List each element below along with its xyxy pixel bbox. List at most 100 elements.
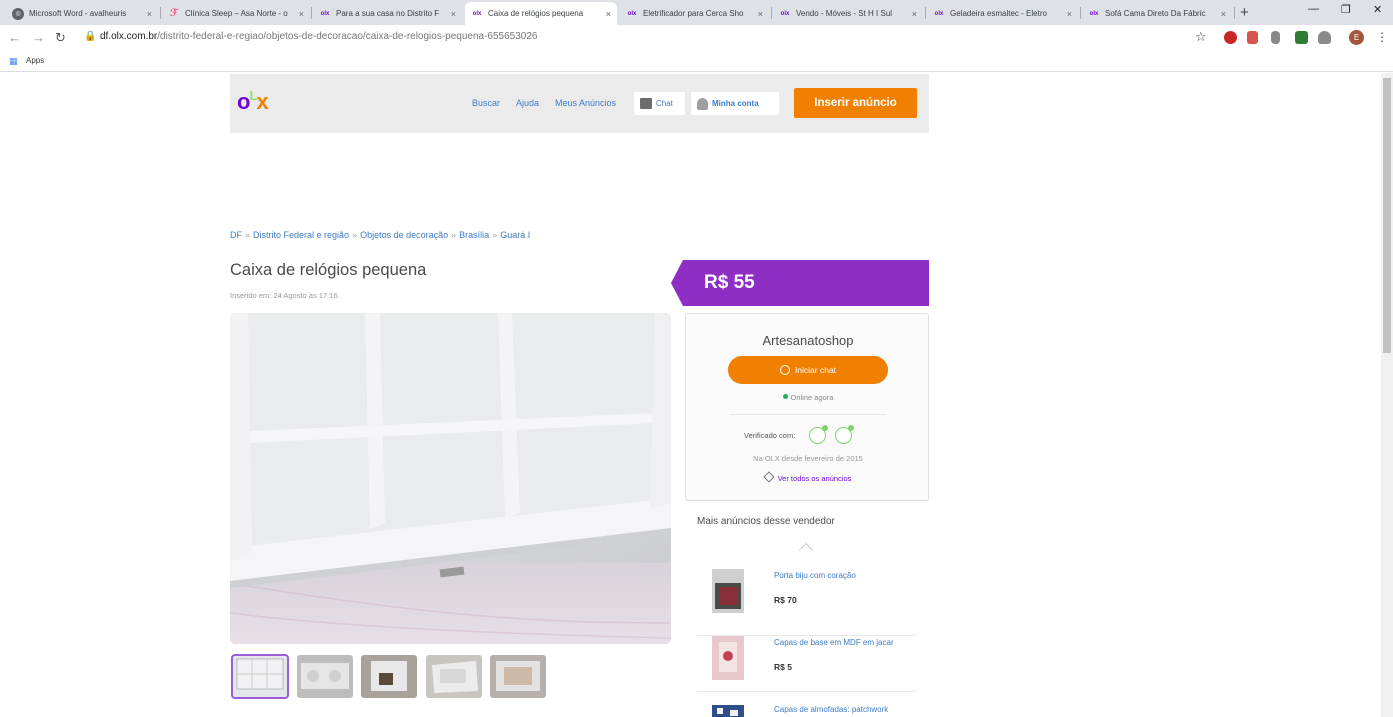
- back-button[interactable]: ←: [8, 30, 21, 45]
- price-tag: R$ 55: [671, 260, 929, 306]
- see-all-ads-link[interactable]: Ver todos os anúncios: [686, 471, 930, 483]
- thumbnail-4[interactable]: [426, 655, 482, 698]
- bookmark-star-icon[interactable]: ☆: [1195, 29, 1207, 45]
- close-icon[interactable]: ×: [1221, 9, 1226, 19]
- chat-icon: [640, 98, 652, 109]
- breadcrumb-item[interactable]: Objetos de decoração: [360, 230, 448, 240]
- close-icon[interactable]: ×: [758, 9, 763, 19]
- layers-icon: [762, 471, 775, 483]
- chat-button[interactable]: Chat: [634, 92, 685, 115]
- ad-date: Inserido em: 24 Agosto às 17:16.: [230, 291, 340, 300]
- minimize-button[interactable]: —: [1308, 3, 1319, 15]
- close-icon[interactable]: ×: [1067, 9, 1072, 19]
- online-status: Online agora: [686, 393, 930, 402]
- thumbnail-3[interactable]: [361, 655, 417, 698]
- breadcrumb-item[interactable]: Distrito Federal e região: [253, 230, 349, 240]
- close-icon[interactable]: ×: [606, 9, 611, 19]
- related-ad-name: Porta biju com coração: [774, 571, 856, 580]
- related-ad-item[interactable]: Capas de base em MDF em jacar R$ 5: [697, 636, 917, 692]
- tab-title: Para a sua casa no Distrito F: [336, 9, 440, 18]
- olx-icon: olx: [320, 10, 330, 17]
- nav-meus-anuncios[interactable]: Meus Anúncios: [555, 98, 616, 108]
- start-chat-label: Iniciar chat: [794, 365, 837, 375]
- foursquare-icon: ℱ: [169, 8, 179, 19]
- scrollbar-thumb[interactable]: [1383, 78, 1391, 353]
- more-ads-title: Mais anúncios desse vendedor: [697, 516, 835, 527]
- close-icon[interactable]: ×: [912, 9, 917, 19]
- account-label: Minha conta: [712, 99, 759, 108]
- extension-badge-icon[interactable]: [1295, 31, 1308, 44]
- insert-ad-button[interactable]: Inserir anúncio: [794, 88, 917, 118]
- toolbar: ← → ↻ 🔒 df.olx.com.br/distrito-federal-e…: [0, 25, 1393, 51]
- related-ad-name: Capas de almofadas: patchwork: [774, 705, 889, 714]
- tab-vendo-moveis[interactable]: olx Vendo - Móveis - St H I Sul ×: [773, 2, 923, 25]
- account-button[interactable]: Minha conta: [691, 92, 779, 115]
- ad-title: Caixa de relógios pequena: [230, 261, 427, 279]
- new-tab-button[interactable]: +: [1240, 4, 1249, 21]
- thumbnail-1[interactable]: [231, 654, 289, 699]
- site-header: oLx Buscar Ajuda Meus Anúncios Chat Minh…: [230, 74, 929, 133]
- related-ad-image: [712, 705, 744, 717]
- olx-icon: olx: [472, 10, 482, 17]
- online-label: Online agora: [790, 393, 834, 402]
- related-ad-price: R$ 5: [774, 662, 792, 672]
- tab-sofa-cama[interactable]: olx Sofá Cama Direto Da Fábric ×: [1082, 2, 1232, 25]
- related-ad-item[interactable]: Capas de almofadas: patchwork: [697, 703, 917, 717]
- main-product-photo[interactable]: [230, 313, 671, 644]
- tab-title: Geladeira esmaltec - Eletro: [950, 9, 1047, 18]
- maximize-button[interactable]: ❐: [1341, 3, 1351, 16]
- tab-strip: ◎ Microsoft Word - avalheuris × ℱ Clínic…: [0, 0, 1393, 25]
- bookmarks-bar: ▦ Apps: [0, 51, 1393, 72]
- profile-avatar[interactable]: E: [1349, 30, 1364, 45]
- chat-bubble-icon: [779, 365, 790, 375]
- address-bar[interactable]: 🔒 df.olx.com.br/distrito-federal-e-regia…: [80, 28, 1215, 48]
- reload-button[interactable]: ↻: [55, 30, 66, 46]
- breadcrumb-item[interactable]: Brasília: [459, 230, 489, 240]
- email-verified-icon: [835, 425, 854, 444]
- tab-title: Sofá Cama Direto Da Fábric: [1105, 9, 1206, 18]
- url-text: df.olx.com.br/distrito-federal-e-regiao/…: [100, 31, 537, 42]
- breadcrumb: DF» Distrito Federal e região» Objetos de …: [230, 230, 531, 240]
- close-icon[interactable]: ×: [451, 9, 456, 19]
- olx-logo[interactable]: oLx: [237, 88, 269, 115]
- tab-title: Microsoft Word - avalheuris: [29, 9, 127, 18]
- apps-bookmark[interactable]: Apps: [26, 56, 44, 65]
- apps-grid-icon[interactable]: ▦: [9, 56, 17, 67]
- extension-cloud-icon[interactable]: [1318, 31, 1331, 44]
- related-ad-image: [712, 636, 744, 680]
- chat-label: Chat: [656, 99, 673, 108]
- page-scrollbar[interactable]: [1381, 73, 1393, 717]
- forward-button[interactable]: →: [32, 30, 45, 45]
- related-ad-price: R$ 70: [774, 595, 797, 605]
- breadcrumb-item[interactable]: DF: [230, 230, 242, 240]
- close-icon[interactable]: ×: [299, 9, 304, 19]
- breadcrumb-item[interactable]: Guará I: [500, 230, 530, 240]
- verified-label: Verificado com:: [744, 431, 796, 440]
- nav-ajuda[interactable]: Ajuda: [516, 98, 539, 108]
- member-since: Na OLX desde fevereiro de 2015: [753, 454, 863, 463]
- close-window-button[interactable]: ✕: [1373, 3, 1382, 16]
- tab-eletrificador[interactable]: olx Eletrificador para Cerca Sho ×: [620, 2, 769, 25]
- related-ad-name: Capas de base em MDF em jacar: [774, 638, 894, 647]
- extension-shield-icon[interactable]: [1271, 31, 1280, 44]
- tab-caixa-relogios[interactable]: olx Caixa de relógios pequena ×: [465, 2, 617, 25]
- tab-clinica-sleep[interactable]: ℱ Clínica Sleep – Asa Norte - o ×: [162, 2, 310, 25]
- thumbnail-5[interactable]: [490, 655, 546, 698]
- extension-pdf-icon[interactable]: [1247, 31, 1258, 44]
- close-icon[interactable]: ×: [147, 9, 152, 19]
- globe-icon: ◎: [12, 7, 24, 20]
- start-chat-button[interactable]: Iniciar chat: [728, 356, 888, 384]
- tab-para-sua-casa[interactable]: olx Para a sua casa no Distrito F ×: [313, 2, 462, 25]
- olx-icon: olx: [627, 10, 637, 17]
- lock-icon: 🔒: [84, 31, 97, 42]
- chevron-up-icon[interactable]: [798, 542, 814, 558]
- extension-adblock-icon[interactable]: [1224, 31, 1237, 44]
- menu-icon[interactable]: ⋮: [1376, 30, 1388, 44]
- nav-buscar[interactable]: Buscar: [472, 98, 500, 108]
- url-domain: df.olx.com.br: [100, 31, 158, 42]
- related-ad-item[interactable]: Porta biju com coração R$ 70: [697, 569, 917, 636]
- url-path: /distrito-federal-e-regiao/objetos-de-de…: [157, 31, 538, 42]
- tab-microsoft-word[interactable]: ◎ Microsoft Word - avalheuris ×: [6, 2, 158, 25]
- thumbnail-2[interactable]: [297, 655, 353, 698]
- tab-geladeira[interactable]: olx Geladeira esmaltec - Eletro ×: [927, 2, 1078, 25]
